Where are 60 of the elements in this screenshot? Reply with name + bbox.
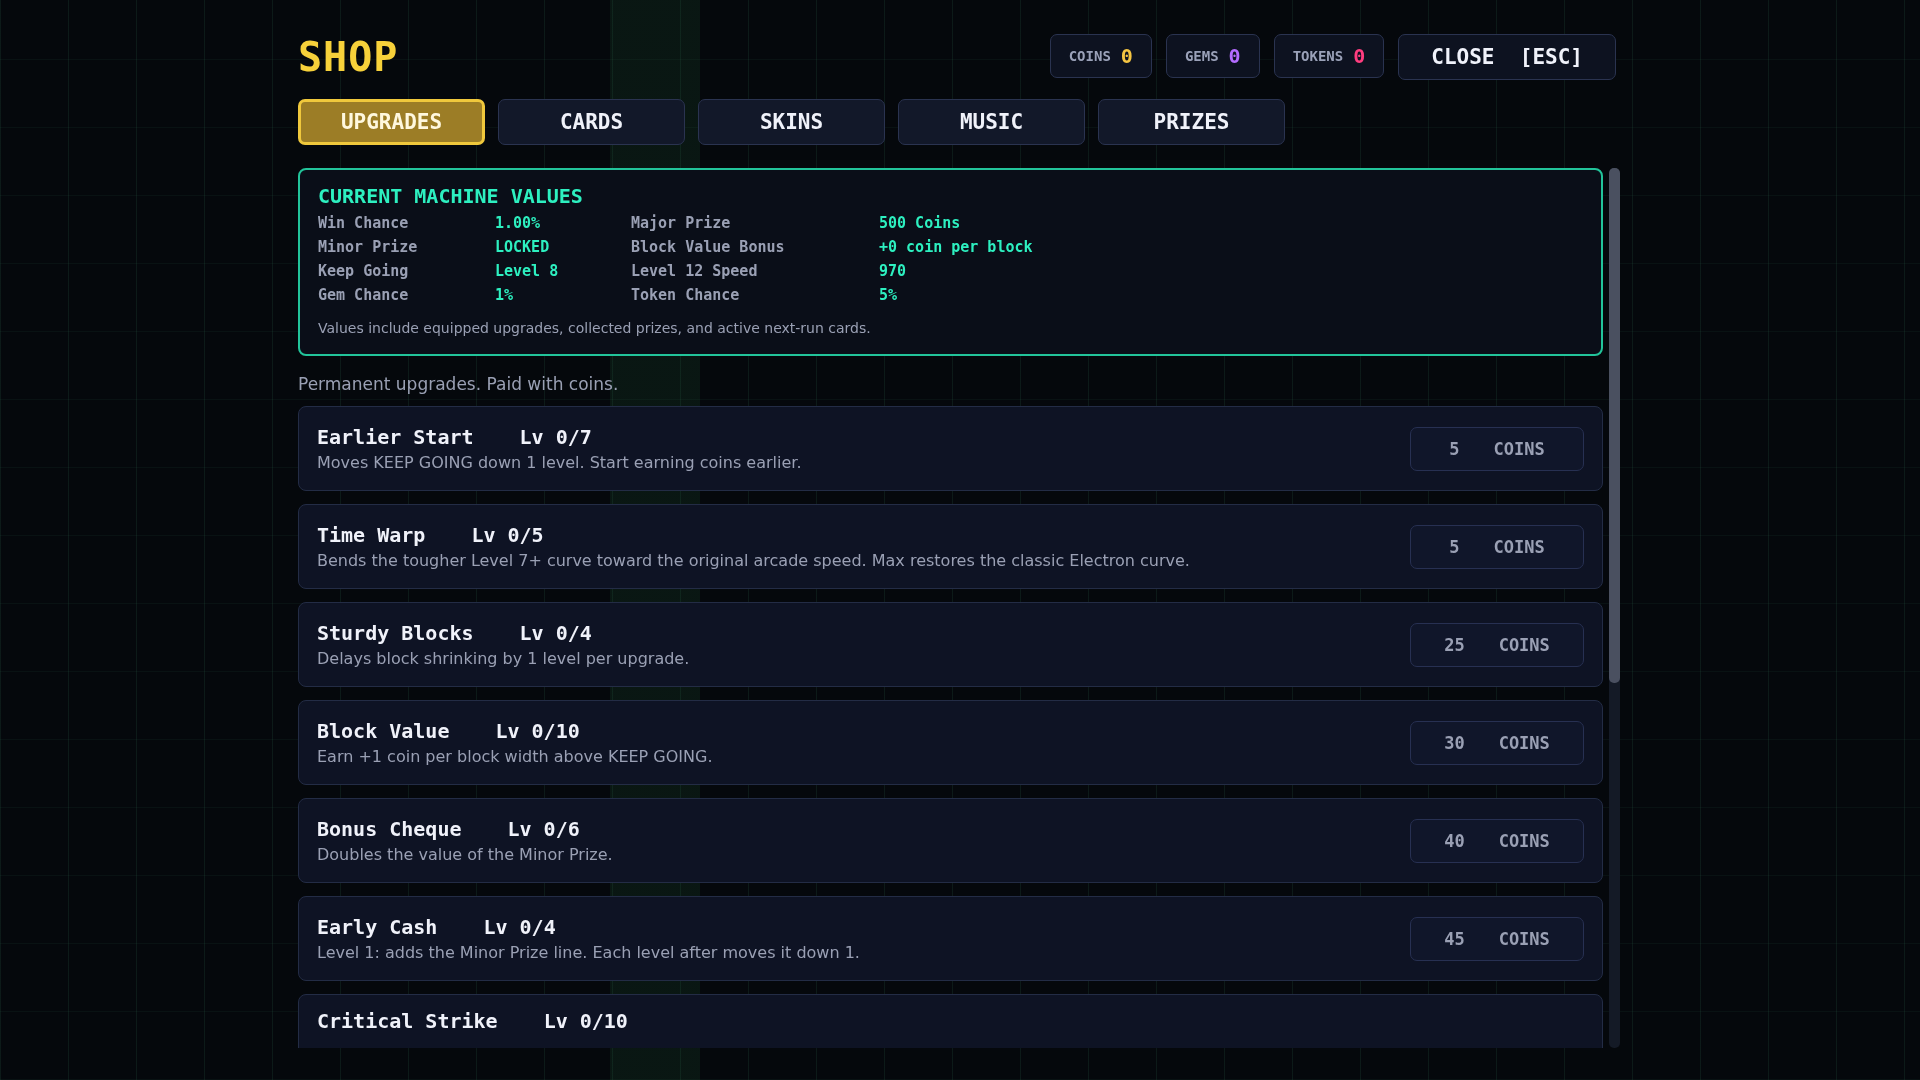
upgrade-name: Block Value: [317, 719, 450, 743]
value-label: Major Prize: [631, 214, 732, 232]
close-button[interactable]: CLOSE [ESC]: [1398, 34, 1616, 80]
upgrade-name: Bonus Cheque: [317, 817, 462, 841]
upgrade-level: Lv 0/7: [519, 425, 592, 449]
upgrade-level: Lv 0/5: [471, 523, 544, 547]
currency-value: 0: [1353, 44, 1366, 68]
tab[interactable]: SKINS: [698, 99, 885, 145]
tab[interactable]: UPGRADES: [298, 99, 485, 145]
buy-button[interactable]: 5 COINS: [1410, 524, 1584, 569]
buy-button[interactable]: 5 COINS: [1410, 426, 1584, 471]
panel-title: CURRENT MACHINE VALUES: [318, 184, 584, 208]
value-text: Level 8: [495, 262, 560, 280]
upgrade-description: Delays block shrinking by 1 level per upgrade.: [317, 649, 690, 668]
upgrade-description: Doubles the value of the Minor Prize.: [317, 845, 613, 864]
upgrade-name: Time Warp: [317, 523, 426, 547]
upgrade-level: Lv 0/4: [483, 915, 556, 939]
value-label: Token Chance: [631, 286, 741, 304]
upgrade-name: Early Cash: [317, 915, 438, 939]
upgrade-level: Lv 0/4: [519, 621, 592, 645]
upgrade-name: Sturdy Blocks: [317, 621, 474, 645]
buy-button[interactable]: 30 COINS: [1410, 720, 1584, 765]
value-text: 5%: [879, 286, 899, 304]
tab[interactable]: MUSIC: [898, 99, 1085, 145]
value-label: Block Value Bonus: [631, 238, 786, 256]
upgrade-level: Lv 0/10: [495, 719, 580, 743]
value-label: Gem Chance: [318, 286, 410, 304]
upgrade-description: Bends the tougher Level 7+ curve toward the original arcade speed. Max restores the classic Electron curve.: [317, 551, 1190, 570]
upgrade-name: Earlier Start: [317, 425, 474, 449]
upgrade-level: Lv 0/10: [543, 1009, 628, 1033]
tab[interactable]: CARDS: [498, 99, 685, 145]
value-label: Level 12 Speed: [631, 262, 759, 280]
currency-value: 0: [1120, 44, 1133, 68]
upgrade-description: Level 1: adds the Minor Prize line. Each level after moves it down 1.: [317, 943, 860, 962]
currency-value: 0: [1228, 44, 1241, 68]
upgrade-description: Moves KEEP GOING down 1 level. Start earning coins earlier.: [317, 453, 802, 472]
buy-button[interactable]: 45 COINS: [1410, 916, 1584, 961]
scrollbar[interactable]: [1609, 168, 1620, 1048]
upgrade-name: Critical Strike: [317, 1009, 498, 1033]
buy-button[interactable]: 25 COINS: [1410, 622, 1584, 667]
panel-note: Values include equipped upgrades, collected prizes, and active next-run cards.: [318, 320, 872, 336]
tab[interactable]: PRIZES: [1098, 99, 1285, 145]
upgrade-level: Lv 0/6: [507, 817, 580, 841]
value-text: 1%: [495, 286, 515, 304]
value-text: 1.00%: [495, 214, 542, 232]
upgrade-description: Earn +1 coin per block width above KEEP GOING.: [317, 747, 713, 766]
scrollbar-thumb[interactable]: [1609, 168, 1620, 683]
buy-button[interactable]: 40 COINS: [1410, 818, 1584, 863]
currency-label: GEMS: [1184, 48, 1219, 64]
value-label: Win Chance: [318, 214, 410, 232]
section-note: Permanent upgrades. Paid with coins.: [298, 374, 620, 394]
value-text: +0 coin per block: [879, 238, 1034, 256]
value-label: Minor Prize: [318, 238, 419, 256]
value-text: 970: [879, 262, 908, 280]
value-text: LOCKED: [495, 238, 551, 256]
value-label: Keep Going: [318, 262, 410, 280]
currency-label: COINS: [1068, 48, 1111, 64]
currency-label: TOKENS: [1292, 48, 1344, 64]
value-text: 500 Coins: [879, 214, 962, 232]
shop-title: SHOP: [298, 34, 399, 80]
